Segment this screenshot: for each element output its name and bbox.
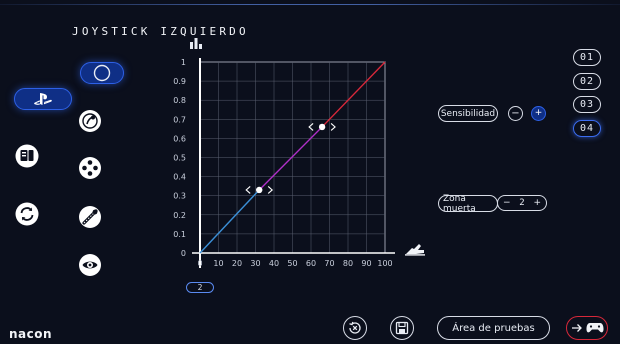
y-tick-label: 1	[181, 58, 186, 67]
eye-icon	[79, 254, 101, 276]
mode-eye-button[interactable]	[77, 252, 103, 278]
chevron-right-icon	[267, 186, 274, 194]
profile-01-button[interactable]: 01	[573, 49, 601, 66]
control-point-1	[256, 186, 263, 194]
curve-segment-2	[258, 126, 323, 191]
test-area-button[interactable]: Área de pruebas	[437, 316, 550, 340]
nacon-logo: nacon	[9, 327, 53, 341]
stick-tilt-icon	[79, 206, 101, 228]
mode-stick-button[interactable]	[77, 108, 103, 134]
deadzone-plus-button[interactable]: +	[533, 198, 541, 208]
chart-grid	[192, 58, 395, 268]
x-tick-label: 40	[269, 259, 279, 268]
y-tick-label: 0.8	[173, 96, 186, 105]
x-tick-label: 90	[361, 259, 371, 268]
response-curve-chart[interactable]: 0 10 20 30 40 50 60 70 80 90 100 0 0.1 0.2 0.3 0.4 0.5 0.…	[170, 48, 410, 268]
curve-segment-3	[321, 61, 386, 128]
reset-button[interactable]	[343, 316, 367, 340]
nav-pc-button[interactable]	[14, 143, 40, 169]
x-tick-label: 60	[306, 259, 316, 268]
arrow-right-icon	[571, 324, 582, 332]
x-value-tag: 2	[186, 282, 214, 293]
y-tick-label: 0.9	[173, 77, 186, 86]
deadzone-stepper[interactable]: − 2 +	[497, 195, 547, 211]
deadzone-label: Zona muerta	[438, 194, 498, 214]
profile-02-button[interactable]: 02	[573, 73, 601, 90]
deadzone-minus-button[interactable]: −	[503, 198, 511, 208]
top-divider	[0, 4, 620, 5]
x-tick-label: 70	[324, 259, 334, 268]
mode-dpad-button[interactable]	[77, 155, 103, 181]
mode-stick-tilt-button[interactable]	[77, 204, 103, 230]
nav-refresh-button[interactable]	[14, 201, 40, 227]
deadzone-value: 2	[519, 198, 525, 208]
reset-icon	[349, 321, 361, 334]
y-tick-label: 0.7	[173, 115, 186, 124]
pc-tower-icon	[15, 144, 39, 168]
x-tick-label: 0	[197, 259, 202, 268]
sensitivity-minus-button[interactable]: −	[508, 106, 523, 121]
control-point-2	[318, 123, 326, 131]
x-tick-label: 10	[213, 259, 223, 268]
profile-04-button[interactable]: 04	[573, 120, 601, 137]
dpad-icon	[79, 157, 101, 179]
chevron-right-icon	[330, 123, 336, 131]
hand-pointer-icon	[405, 244, 425, 256]
sensitivity-plus-button[interactable]: +	[531, 106, 546, 121]
x-tick-label: 80	[343, 259, 353, 268]
page-title: JOYSTICK IZQUIERDO	[72, 25, 249, 38]
save-button[interactable]	[390, 316, 414, 340]
y-tick-label: 0	[181, 249, 186, 258]
x-tick-label: 30	[250, 259, 260, 268]
gamepad-icon	[586, 323, 603, 333]
y-tick-label: 0.4	[173, 173, 186, 182]
profile-03-button[interactable]: 03	[573, 96, 601, 113]
y-tick-label: 0.2	[173, 211, 186, 220]
y-tick-label: 0.3	[173, 192, 186, 201]
sensitivity-label: Sensibilidad	[438, 105, 498, 122]
save-icon	[395, 321, 409, 335]
x-tick-label: 20	[232, 259, 242, 268]
curve-segment-1	[199, 189, 260, 254]
mode-circle-button[interactable]	[80, 62, 124, 84]
refresh-icon	[15, 202, 39, 226]
stick-icon	[79, 110, 101, 132]
chevron-left-icon	[245, 186, 251, 194]
circle-icon	[93, 64, 111, 82]
y-tick-label: 0.6	[173, 134, 186, 143]
x-tick-label: 50	[287, 259, 297, 268]
nav-playstation-button[interactable]	[14, 88, 72, 110]
x-tick-label: 100	[377, 259, 392, 268]
playstation-icon	[34, 93, 52, 105]
next-button[interactable]	[566, 316, 608, 340]
y-tick-label: 0.5	[173, 154, 186, 163]
y-tick-label: 0.1	[173, 230, 186, 239]
